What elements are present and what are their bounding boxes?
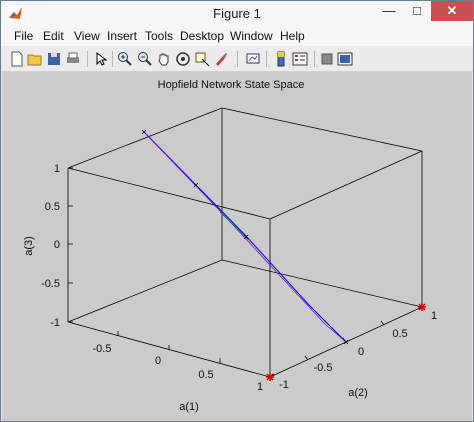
figure-canvas: Hopfield Network State Space 1 0.5 0 -0.…: [2, 72, 472, 421]
open-file-icon[interactable]: [27, 51, 43, 67]
maximize-button[interactable]: □: [403, 1, 431, 21]
y-tick-label: 0.5: [392, 328, 407, 340]
plot-area[interactable]: Hopfield Network State Space 1 0.5 0 -0.…: [2, 72, 472, 421]
axes-box: [67, 107, 423, 378]
x-tick-label: 0: [155, 355, 161, 367]
trajectory-line-2: [143, 131, 347, 343]
z-axis-label: a(3): [23, 236, 35, 256]
legend-icon[interactable]: [292, 51, 308, 67]
pan-hand-icon[interactable]: [156, 51, 172, 67]
title-bar: Figure 1 — □ ✕: [1, 1, 473, 26]
zoom-out-icon[interactable]: [137, 51, 153, 67]
menu-file[interactable]: File: [14, 29, 33, 43]
data-cursor-icon[interactable]: [194, 51, 210, 67]
colorbar-icon[interactable]: [273, 51, 289, 67]
minimize-button[interactable]: —: [375, 1, 403, 21]
z-tick-label: 1: [54, 163, 60, 175]
x-tick-label: 1: [257, 381, 263, 393]
z-tick-label: 0.5: [45, 201, 60, 213]
toolbar-separator: [237, 51, 238, 67]
link-plot-icon[interactable]: [245, 51, 261, 67]
menu-edit[interactable]: Edit: [43, 29, 64, 43]
axis-ticks: [68, 167, 385, 378]
zoom-in-icon[interactable]: [117, 51, 133, 67]
close-button[interactable]: ✕: [431, 1, 473, 21]
y-tick-label: 0: [358, 346, 364, 358]
chart-title: Hopfield Network State Space: [158, 79, 305, 91]
z-tick-label: 0: [54, 239, 60, 251]
menu-insert[interactable]: Insert: [107, 29, 137, 43]
trajectory-segment: [219, 211, 247, 238]
stable-point: [266, 373, 274, 381]
y-tick-label: 1: [431, 310, 437, 322]
print-icon[interactable]: [65, 51, 81, 67]
figure-window: Figure 1 — □ ✕ File Edit View Insert Too…: [0, 0, 474, 422]
x-tick-label: 0.5: [198, 369, 213, 381]
menu-view[interactable]: View: [74, 29, 100, 43]
toolbar-separator: [87, 51, 88, 67]
stable-point: [418, 303, 426, 311]
show-plot-tools-icon[interactable]: [337, 51, 353, 67]
new-figure-icon[interactable]: [9, 51, 25, 67]
menu-desktop[interactable]: Desktop: [180, 29, 224, 43]
figure-toolbar: [1, 47, 473, 72]
toolbar-separator: [314, 51, 315, 67]
brush-icon[interactable]: [213, 51, 229, 67]
toolbar-separator: [266, 51, 267, 67]
menu-tools[interactable]: Tools: [145, 29, 173, 43]
y-tick-label: -0.5: [314, 362, 333, 374]
toolbar-separator: [112, 51, 113, 67]
x-axis-label: a(1): [179, 401, 199, 413]
z-tick-label: -1: [50, 317, 60, 329]
pointer-icon[interactable]: [93, 51, 109, 67]
x-tick-label: -0.5: [93, 343, 112, 355]
hide-plot-tools-icon[interactable]: [319, 51, 335, 67]
save-icon[interactable]: [46, 51, 62, 67]
menu-bar: File Edit View Insert Tools Desktop Wind…: [1, 26, 473, 46]
menu-window[interactable]: Window: [230, 29, 273, 43]
y-tick-label: -1: [279, 379, 289, 391]
y-axis-label: a(2): [348, 387, 368, 399]
z-tick-label: -0.5: [41, 278, 60, 290]
rotate-3d-icon[interactable]: [175, 51, 191, 67]
menu-help[interactable]: Help: [280, 29, 305, 43]
